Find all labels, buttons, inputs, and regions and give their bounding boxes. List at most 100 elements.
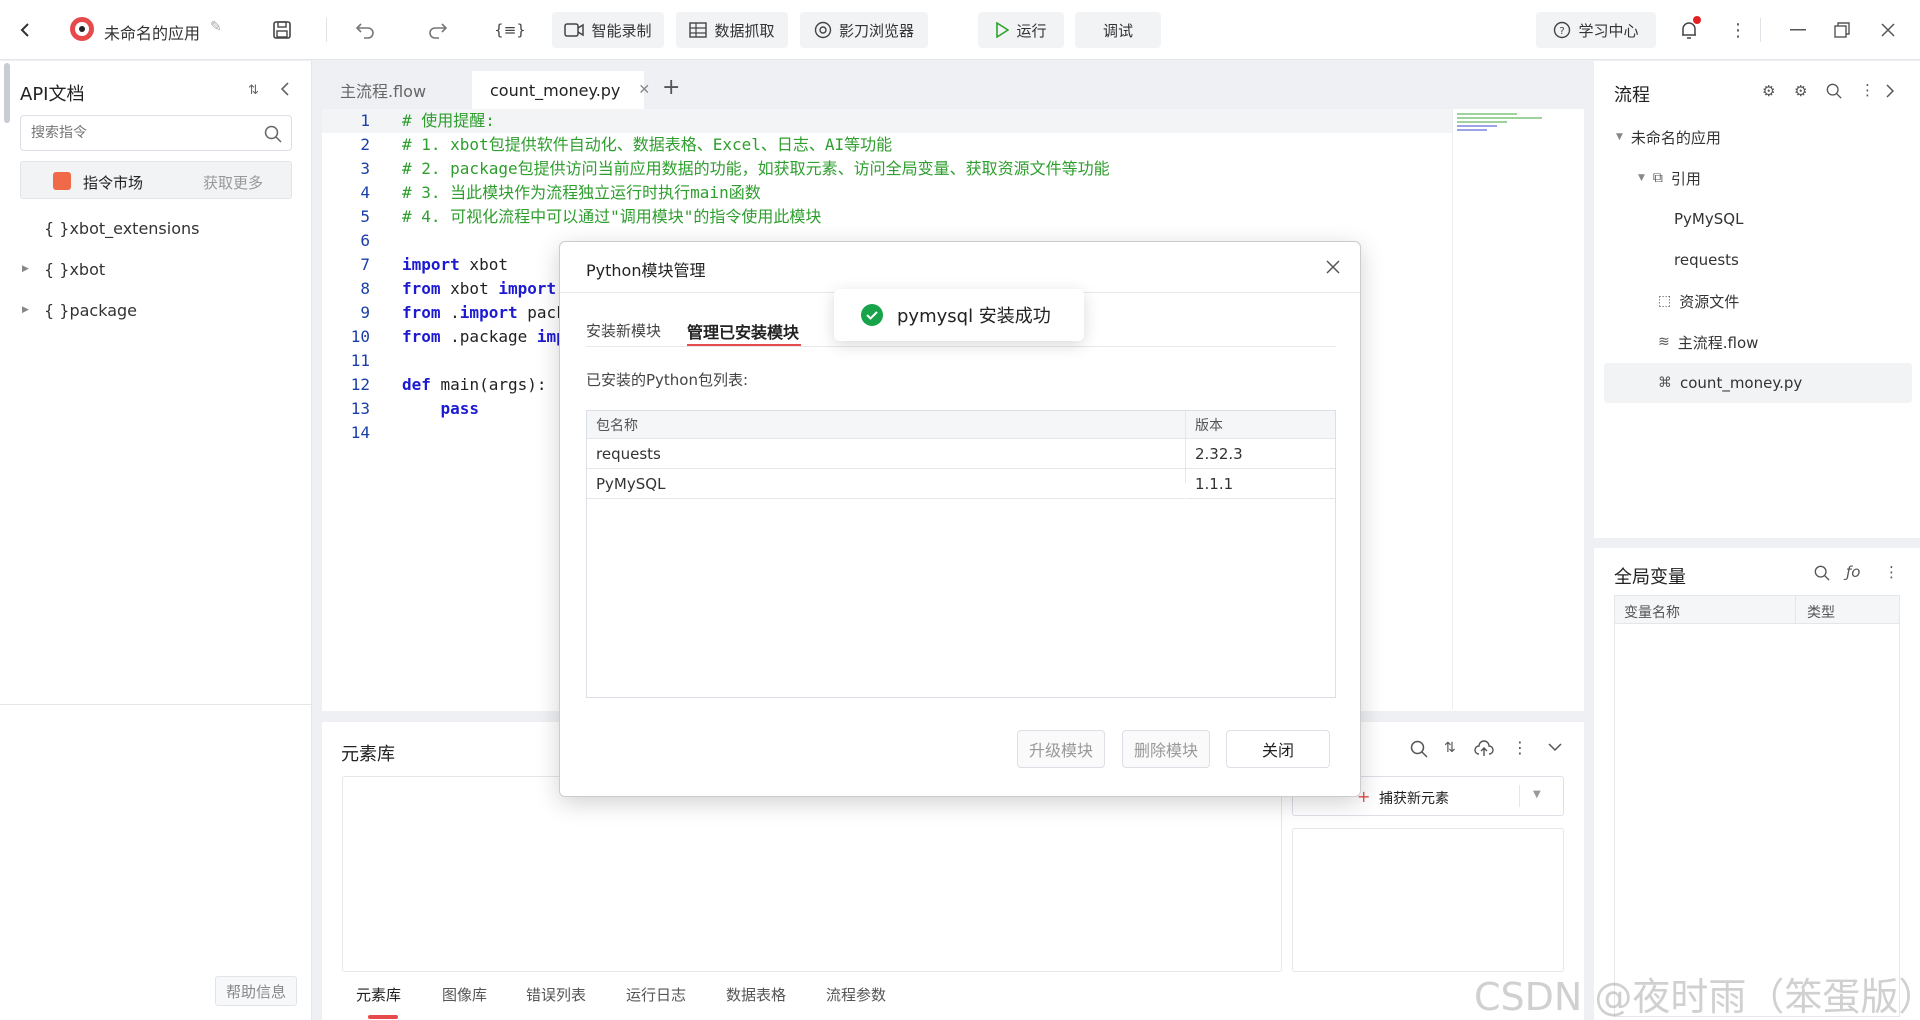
panel-scrollbar[interactable] — [4, 63, 10, 123]
browser-button[interactable]: 影刀浏览器 — [800, 12, 928, 48]
line-number: 4 — [360, 183, 370, 202]
line-code: # 2. package包提供访问当前应用数据的功能，如获取元素、访问全局变量、… — [402, 159, 1110, 178]
close-tab-icon[interactable]: ✕ — [638, 82, 650, 98]
collapse-left-icon[interactable] — [280, 81, 290, 97]
smart-record-button[interactable]: 智能录制 — [552, 12, 664, 48]
code-line[interactable]: 1 # 使用提醒: — [322, 109, 1452, 133]
tree-count-money[interactable]: ⌘ count_money.py — [1658, 368, 1802, 398]
line-number: 5 — [360, 207, 370, 226]
tab-underline — [586, 346, 1336, 347]
tab-element-lib[interactable]: 元素库 — [356, 984, 401, 1005]
code-line[interactable]: 3 # 2. package包提供访问当前应用数据的功能，如获取元素、访问全局变量… — [322, 157, 1452, 181]
dialog-close-icon[interactable] — [1326, 260, 1340, 274]
tree-app-root[interactable]: ▼ 未命名的应用 — [1616, 122, 1721, 152]
element-sort-icon[interactable]: ⇅ — [1444, 740, 1456, 756]
table-row[interactable]: PyMySQL — [587, 470, 1185, 499]
upgrade-module-button[interactable]: 升级模块 — [1017, 730, 1105, 768]
success-toast: pymysql 安装成功 — [834, 289, 1084, 341]
tab-main-flow[interactable]: 主流程.flow — [322, 71, 444, 109]
element-search-icon[interactable] — [1410, 740, 1428, 758]
add-tab-icon[interactable]: + — [662, 75, 680, 100]
undo-icon[interactable] — [351, 16, 379, 44]
search-field[interactable] — [20, 115, 292, 151]
expand-icon[interactable]: ▼ — [1638, 173, 1645, 183]
upload-icon[interactable] — [1474, 740, 1494, 758]
minimap[interactable] — [1457, 111, 1547, 135]
expand-icon[interactable]: ▶ — [22, 264, 34, 274]
run-button[interactable]: 运行 — [978, 12, 1064, 48]
tab-run-log[interactable]: 运行日志 — [626, 984, 686, 1005]
app-logo — [70, 17, 94, 41]
flow-title: 流程 — [1614, 85, 1650, 106]
element-collapse-icon[interactable] — [1548, 742, 1562, 752]
line-number: 2 — [360, 135, 370, 154]
tree-references[interactable]: ▼ ⧉ 引用 — [1638, 163, 1701, 193]
expand-icon[interactable]: ▶ — [22, 305, 34, 315]
package-table: 包名称 版本 requests 2.32.3 PyMySQL 1.1.1 — [586, 410, 1336, 698]
code-line[interactable]: 2 # 1. xbot包提供软件自动化、数据表格、Excel、日志、AI等功能 — [322, 133, 1452, 157]
learning-center-button[interactable]: ? 学习中心 — [1536, 12, 1656, 48]
flow-more-icon[interactable]: ⋮ — [1860, 81, 1875, 99]
tab-image-lib[interactable]: 图像库 — [442, 984, 487, 1005]
table-cell-version: 2.32.3 — [1186, 440, 1335, 469]
dropdown-caret-icon[interactable]: ▼ — [1533, 789, 1541, 800]
minimap-divider — [1452, 109, 1453, 709]
tree-item-xbot[interactable]: ▶{ }xbot — [22, 255, 105, 283]
add-variable-icon[interactable]: ƒo — [1846, 563, 1860, 581]
element-more-icon[interactable]: ⋮ — [1512, 738, 1528, 757]
line-code: pass — [440, 399, 480, 418]
expand-icon[interactable]: ▼ — [1616, 132, 1623, 142]
globals-search-icon[interactable] — [1814, 565, 1830, 581]
code-line[interactable]: 4 # 3. 当此模块作为流程独立运行时执行main函数 — [322, 181, 1452, 205]
close-dialog-button[interactable]: 关闭 — [1226, 730, 1330, 768]
python-file-icon: ⌘ — [1658, 375, 1672, 391]
tab-count-money[interactable]: count_money.py ✕ — [472, 71, 650, 109]
tab-flow-params[interactable]: 流程参数 — [826, 984, 886, 1005]
code-line[interactable]: 5 # 4. 可视化流程中可以通过"调用模块"的指令使用此模块 — [322, 205, 1452, 229]
line-number: 6 — [360, 231, 370, 250]
get-more-link[interactable]: 获取更多 — [203, 172, 263, 193]
tab-manage-installed[interactable]: 管理已安装模块 — [687, 319, 799, 343]
restore-icon[interactable] — [1828, 16, 1856, 44]
flow-search-icon[interactable] — [1826, 83, 1842, 99]
tab-install-new[interactable]: 安装新模块 — [586, 320, 661, 341]
command-market-button[interactable]: 指令市场 获取更多 — [20, 161, 292, 199]
layers-settings-icon[interactable]: ⚙ — [1762, 82, 1775, 100]
minimize-icon[interactable] — [1784, 16, 1812, 44]
python-settings-icon[interactable]: ⚙ — [1794, 82, 1807, 100]
tree-resources[interactable]: ⬚ 资源文件 — [1658, 286, 1739, 316]
camera-icon — [564, 23, 585, 37]
globals-more-icon[interactable]: ⋮ — [1884, 563, 1899, 581]
line-code: # 4. 可视化流程中可以通过"调用模块"的指令使用此模块 — [402, 207, 822, 226]
search-input[interactable] — [21, 116, 241, 150]
tree-item-package[interactable]: ▶{ }package — [22, 296, 137, 324]
tab-error-list[interactable]: 错误列表 — [526, 984, 586, 1005]
redo-icon[interactable] — [424, 16, 452, 44]
code-format-icon[interactable]: {≡} — [494, 16, 526, 44]
top-toolbar: 未命名的应用 ✎ {≡} 智能录制 数据抓取 影刀浏览器 运行 调试 ? 学习中… — [0, 0, 1920, 60]
tab-data-table[interactable]: 数据表格 — [726, 984, 786, 1005]
help-info-button[interactable]: 帮助信息 — [215, 976, 297, 1006]
edit-title-icon[interactable]: ✎ — [210, 19, 222, 35]
more-icon[interactable]: ⋮ — [1724, 16, 1752, 44]
table-row[interactable]: requests — [587, 440, 1185, 469]
save-icon[interactable] — [268, 16, 296, 44]
debug-button[interactable]: 调试 — [1075, 12, 1161, 48]
play-icon — [996, 22, 1010, 38]
data-capture-button[interactable]: 数据抓取 — [676, 12, 788, 48]
collapse-right-icon[interactable] — [1886, 84, 1894, 98]
tree-item-xbot-extensions[interactable]: { }xbot_extensions — [22, 214, 199, 242]
line-number: 14 — [350, 423, 370, 442]
search-icon[interactable] — [264, 125, 282, 143]
back-icon[interactable] — [12, 16, 40, 44]
close-window-icon[interactable] — [1874, 16, 1902, 44]
tree-ref-pymysql[interactable]: PyMySQL — [1674, 204, 1743, 234]
tree-ref-requests[interactable]: requests — [1674, 245, 1739, 275]
element-list-area[interactable] — [342, 776, 1282, 972]
sort-icon[interactable]: ⇅ — [248, 83, 259, 98]
remove-module-button[interactable]: 删除模块 — [1122, 730, 1210, 768]
bell-icon[interactable] — [1675, 16, 1703, 44]
tree-main-flow[interactable]: ≋ 主流程.flow — [1658, 327, 1758, 357]
line-code: import xbot — [402, 255, 508, 274]
editor-tabs: 主流程.flow count_money.py ✕ + — [322, 61, 1584, 109]
